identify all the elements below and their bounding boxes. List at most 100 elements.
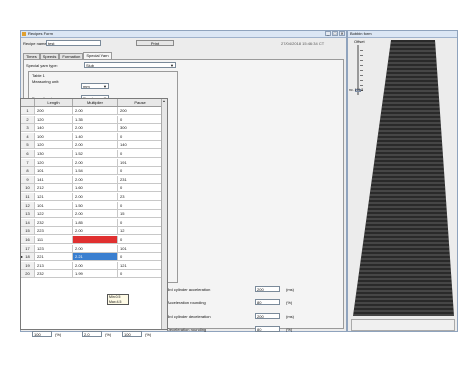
- length-cell[interactable]: 221: [35, 253, 73, 261]
- footer-pause-input[interactable]: 100: [122, 331, 142, 337]
- table-row[interactable]: 11 121 2.00 23: [21, 193, 163, 201]
- pause-cell[interactable]: 12: [118, 227, 163, 235]
- maximize-button[interactable]: □: [332, 31, 338, 36]
- length-cell[interactable]: 120: [35, 158, 73, 166]
- table-row[interactable]: 17 123 2.00 101: [21, 244, 163, 253]
- length-cell[interactable]: 111: [35, 236, 73, 243]
- table-row[interactable]: 6 130 1.52 0: [21, 150, 163, 158]
- multiplier-cell[interactable]: 1.85: [73, 218, 118, 226]
- pause-cell[interactable]: 0: [118, 218, 163, 226]
- table-row[interactable]: 5 120 2.00 140: [21, 141, 163, 150]
- grid-header-multiplier[interactable]: Multiplier: [73, 99, 118, 106]
- scroll-up-icon[interactable]: ▲: [162, 99, 166, 104]
- multiplier-cell[interactable]: 1.60: [73, 184, 118, 192]
- table-row[interactable]: 3 140 2.00 300: [21, 124, 163, 133]
- table-row[interactable]: 15 223 2.00 12: [21, 227, 163, 236]
- table-row[interactable]: 10 212 1.60 0: [21, 184, 163, 193]
- form-input-1[interactable]: 80: [255, 299, 280, 305]
- form-input-3[interactable]: 80: [255, 326, 280, 332]
- grid-header-pause[interactable]: Pause: [118, 99, 163, 106]
- multiplier-cell[interactable]: 2.00: [73, 107, 118, 114]
- length-cell[interactable]: 212: [35, 184, 73, 192]
- multiplier-cell[interactable]: 1.35: [73, 115, 118, 123]
- pause-cell[interactable]: 231: [118, 175, 163, 183]
- table-row[interactable]: 13 122 2.00 15: [21, 210, 163, 219]
- table-row[interactable]: 2 120 1.35 0: [21, 115, 163, 124]
- multiplier-cell[interactable]: 2.00: [73, 141, 118, 149]
- multiplier-cell[interactable]: 2.21: [73, 253, 118, 261]
- multiplier-cell[interactable]: 1.52: [73, 150, 118, 157]
- table-row[interactable]: 14 232 1.85 0: [21, 218, 163, 227]
- minimize-button[interactable]: _: [325, 31, 331, 36]
- multiplier-cell[interactable]: 2.00: [73, 175, 118, 183]
- table-row[interactable]: 19 213 2.00 121: [21, 261, 163, 270]
- table-row[interactable]: 8 101 1.54 0: [21, 167, 163, 176]
- footer-multiplier-input[interactable]: 2.0: [82, 331, 102, 337]
- multiplier-cell[interactable]: 1.99: [73, 270, 118, 278]
- length-cell[interactable]: 101: [35, 167, 73, 175]
- multiplier-cell[interactable]: 2.00: [73, 244, 118, 252]
- length-cell[interactable]: 121: [35, 193, 73, 200]
- length-cell[interactable]: 101: [35, 201, 73, 209]
- length-cell[interactable]: 213: [35, 261, 73, 269]
- table-row[interactable]: 12 101 1.50 0: [21, 201, 163, 210]
- pause-cell[interactable]: 121: [118, 261, 163, 269]
- print-button[interactable]: Print: [136, 40, 174, 46]
- pause-cell[interactable]: 0: [118, 132, 163, 140]
- multiplier-cell[interactable]: 1.50: [73, 201, 118, 209]
- pause-cell[interactable]: 0: [118, 236, 163, 243]
- multiplier-cell[interactable]: 2.00: [73, 124, 118, 132]
- length-cell[interactable]: 120: [35, 141, 73, 149]
- table-row[interactable]: 1 200 2.00 200: [21, 107, 163, 115]
- pause-cell[interactable]: 0: [118, 115, 163, 123]
- length-cell[interactable]: 140: [35, 124, 73, 132]
- multiplier-cell[interactable]: [73, 236, 118, 243]
- close-button[interactable]: ✕: [339, 31, 345, 36]
- length-cell[interactable]: 200: [35, 107, 73, 114]
- pause-cell[interactable]: 0: [118, 201, 163, 209]
- multiplier-cell[interactable]: 2.00: [73, 210, 118, 218]
- pause-cell[interactable]: 0: [118, 253, 163, 261]
- table-row[interactable]: 18▶2212.210: [21, 253, 163, 262]
- special-yarn-grid[interactable]: Length Multiplier Pause 1 200 2.00 200 2 120 1…: [20, 98, 168, 330]
- length-cell[interactable]: 232: [35, 270, 73, 278]
- special-yarn-type-select[interactable]: Slub ▼: [84, 62, 176, 68]
- pause-cell[interactable]: 23: [118, 193, 163, 200]
- pause-cell[interactable]: 0: [118, 150, 163, 157]
- length-cell[interactable]: 141: [35, 175, 73, 183]
- pause-cell[interactable]: 101: [118, 244, 163, 252]
- length-cell[interactable]: 232: [35, 218, 73, 226]
- recipe-name-input[interactable]: test: [46, 40, 101, 46]
- pause-cell[interactable]: 300: [118, 124, 163, 132]
- length-cell[interactable]: 100: [35, 132, 73, 140]
- pause-cell[interactable]: 191: [118, 158, 163, 166]
- length-cell[interactable]: 122: [35, 210, 73, 218]
- pause-cell[interactable]: 0: [118, 270, 163, 278]
- pause-cell[interactable]: 0: [118, 167, 163, 175]
- multiplier-cell[interactable]: 2.00: [73, 193, 118, 200]
- multiplier-cell[interactable]: 2.00: [73, 227, 118, 235]
- grid-header-length[interactable]: Length: [35, 99, 73, 106]
- length-cell[interactable]: 120: [35, 115, 73, 123]
- pause-cell[interactable]: 140: [118, 141, 163, 149]
- grid-scrollbar[interactable]: ▲: [161, 99, 167, 329]
- table-row[interactable]: 7 120 2.00 191: [21, 158, 163, 167]
- form-input-0[interactable]: 200: [255, 286, 280, 292]
- table-row[interactable]: 4 100 1.40 0: [21, 132, 163, 141]
- multiplier-cell[interactable]: 1.54: [73, 167, 118, 175]
- footer-length-input[interactable]: 100: [32, 331, 52, 337]
- multiplier-cell[interactable]: 2.00: [73, 158, 118, 166]
- length-cell[interactable]: 223: [35, 227, 73, 235]
- tab-special-yarn[interactable]: Special Yarn: [83, 52, 112, 59]
- multiplier-cell[interactable]: 1.40: [73, 132, 118, 140]
- table-row[interactable]: 16 111 0: [21, 236, 163, 244]
- pause-cell[interactable]: 0: [118, 184, 163, 192]
- form-input-2[interactable]: 200: [255, 313, 280, 319]
- pause-cell[interactable]: 200: [118, 107, 163, 114]
- length-cell[interactable]: 130: [35, 150, 73, 157]
- pause-cell[interactable]: 15: [118, 210, 163, 218]
- length-cell[interactable]: 123: [35, 244, 73, 252]
- table-row[interactable]: 20 232 1.99 0: [21, 270, 163, 279]
- multiplier-cell[interactable]: 2.00: [73, 261, 118, 269]
- table-row[interactable]: 9 141 2.00 231: [21, 175, 163, 184]
